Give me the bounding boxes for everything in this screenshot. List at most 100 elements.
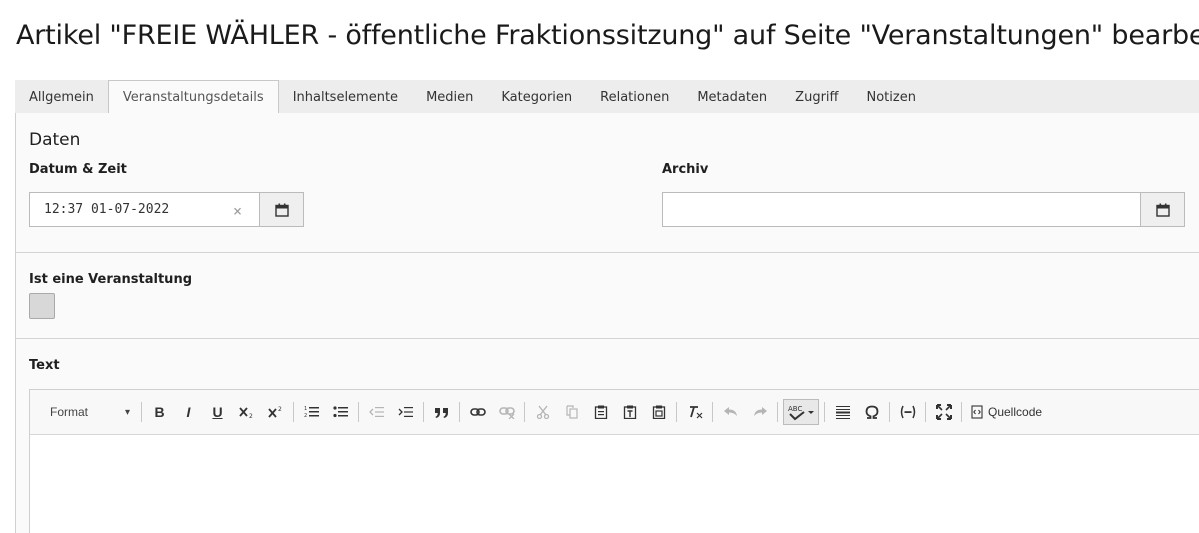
toolbar-separator [293,402,294,422]
outdent-icon [369,407,384,417]
divider [16,252,1199,253]
clear-icon[interactable]: × [233,193,242,228]
bullet-list-button[interactable] [326,399,355,425]
tab-allgemein[interactable]: Allgemein [15,80,108,114]
calendar-icon [274,203,289,217]
special-char-button[interactable] [857,399,886,425]
link-icon [469,408,486,416]
editor-content-area[interactable] [30,435,1199,533]
paste-word-icon [652,405,665,419]
maximize-icon [935,404,952,420]
page-title: Artikel "FREIE WÄHLER - öffentliche Frak… [16,20,1199,51]
format-label: Format [50,405,89,419]
maximize-button[interactable] [929,399,958,425]
tab-metadaten[interactable]: Metadaten [683,80,781,114]
datetime-calendar-button[interactable] [259,192,304,227]
tab-notizen[interactable]: Notizen [852,80,929,114]
redo-button[interactable] [745,399,774,425]
undo-button[interactable] [716,399,745,425]
remove-format-button[interactable] [680,399,709,425]
divider [16,338,1199,339]
svg-text:ABC: ABC [788,405,802,413]
blockquote-button[interactable] [427,399,456,425]
link-button[interactable] [463,399,492,425]
toolbar-separator [925,402,926,422]
paste-text-icon [623,405,636,419]
svg-text:2: 2 [278,406,282,413]
tab-medien[interactable]: Medien [412,80,487,114]
editor-toolbar: Format ▾ B I U 2 2 12 ABC Quellcode [30,390,1199,435]
svg-text:2: 2 [249,413,253,419]
toolbar-separator [961,402,962,422]
bullet-list-icon [333,406,348,418]
omega-icon [865,405,878,419]
underline-button[interactable]: U [203,399,232,425]
paste-word-button[interactable] [644,399,673,425]
numbered-list-icon: 12 [304,406,319,419]
paste-button[interactable] [586,399,615,425]
datetime-value: 12:37 01-07-2022 [44,202,170,217]
toolbar-separator [524,402,525,422]
indent-button[interactable] [391,399,420,425]
copy-icon [565,405,578,419]
tab-relationen[interactable]: Relationen [586,80,683,114]
svg-text:2: 2 [304,413,307,419]
unlink-icon [498,407,515,419]
toolbar-separator [712,402,713,422]
indent-icon [398,407,413,417]
toolbar-separator [459,402,460,422]
clipboard-icon [594,405,607,419]
datetime-label: Datum & Zeit [29,162,127,177]
source-label: Quellcode [988,405,1043,419]
cut-button[interactable] [528,399,557,425]
source-icon [971,405,983,419]
paste-text-button[interactable] [615,399,644,425]
toolbar-separator [824,402,825,422]
spellcheck-button[interactable]: ABC [783,399,819,425]
toolbar-separator [358,402,359,422]
svg-text:1: 1 [304,406,307,412]
text-label: Text [29,358,60,373]
rich-text-editor: Format ▾ B I U 2 2 12 ABC Quellcode [29,389,1199,533]
tab-inhaltselemente[interactable]: Inhaltselemente [279,80,412,114]
italic-button[interactable]: I [174,399,203,425]
format-dropdown[interactable]: Format ▾ [42,399,138,425]
numbered-list-button[interactable]: 12 [297,399,326,425]
datetime-input[interactable]: 12:37 01-07-2022 × [29,192,260,227]
toolbar-separator [676,402,677,422]
is-event-checkbox[interactable] [29,293,55,319]
scissors-icon [536,405,549,419]
source-button[interactable]: Quellcode [965,399,1048,425]
spellcheck-icon: ABC [788,405,814,421]
tab-veranstaltungsdetails[interactable]: Veranstaltungsdetails [107,80,279,115]
redo-icon [753,407,767,416]
toolbar-separator [777,402,778,422]
archive-input[interactable] [662,192,1142,227]
outdent-button[interactable] [362,399,391,425]
soft-hyphen-icon [900,405,915,419]
undo-icon [723,407,737,416]
chevron-down-icon: ▾ [124,406,130,418]
unlink-button[interactable] [492,399,521,425]
archive-calendar-button[interactable] [1140,192,1185,227]
remove-format-icon [689,406,702,419]
toolbar-separator [141,402,142,422]
calendar-icon [1155,203,1170,217]
soft-hyphen-button[interactable] [893,399,922,425]
horizontal-rule-button[interactable] [828,399,857,425]
archive-label: Archiv [662,162,709,177]
tab-zugriff[interactable]: Zugriff [781,80,852,114]
horizontal-rule-icon [835,406,850,419]
bold-button[interactable]: B [145,399,174,425]
tab-kategorien[interactable]: Kategorien [487,80,586,114]
superscript-button[interactable]: 2 [261,399,290,425]
subscript-icon: 2 [238,407,253,419]
toolbar-separator [889,402,890,422]
subscript-button[interactable]: 2 [232,399,261,425]
quote-icon [434,408,448,418]
section-title: Daten [29,130,81,150]
superscript-icon: 2 [267,406,282,418]
tab-bar: Allgemein Veranstaltungsdetails Inhaltse… [15,80,1199,115]
is-event-label: Ist eine Veranstaltung [29,272,193,287]
copy-button[interactable] [557,399,586,425]
